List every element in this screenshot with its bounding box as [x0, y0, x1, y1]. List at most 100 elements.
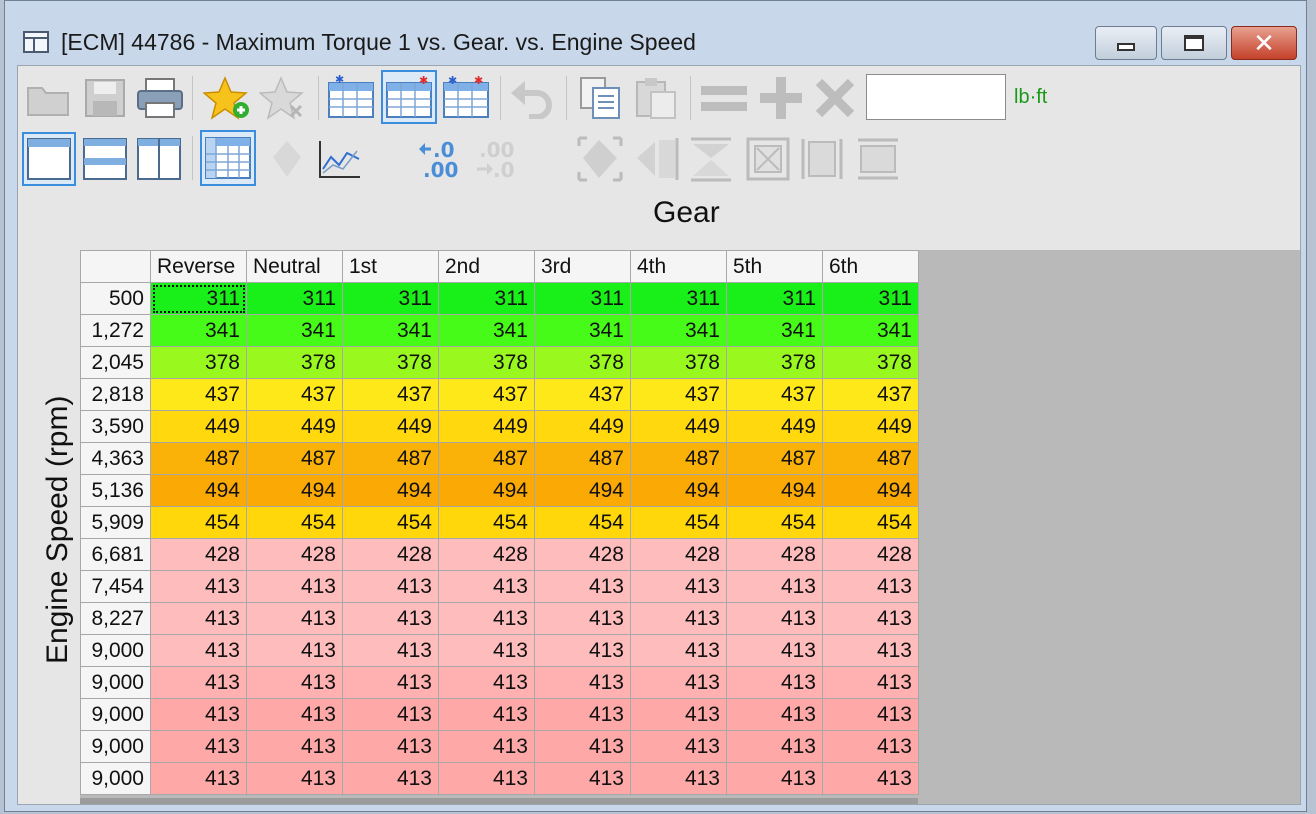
table-cell[interactable]: 449	[246, 410, 343, 443]
table-cell[interactable]: 413	[534, 666, 631, 699]
table-cell[interactable]: 413	[342, 634, 439, 667]
table-cell[interactable]: 413	[726, 730, 823, 763]
table-cell[interactable]: 413	[534, 634, 631, 667]
table-cell[interactable]: 341	[534, 314, 631, 347]
table-cell[interactable]: 413	[726, 570, 823, 603]
compare-table-c-button[interactable]: ✱ ✱	[439, 72, 493, 122]
row-header[interactable]: 9,000	[80, 730, 151, 763]
table-cell[interactable]: 413	[438, 602, 535, 635]
table-cell[interactable]: 413	[822, 570, 919, 603]
table-cell[interactable]: 311	[630, 282, 727, 315]
table-cell[interactable]: 494	[822, 474, 919, 507]
interpolate-down-button[interactable]	[684, 132, 738, 186]
table-cell[interactable]: 341	[822, 314, 919, 347]
multiply-value-button[interactable]	[810, 74, 860, 122]
table-cell[interactable]: 449	[438, 410, 535, 443]
table-cell[interactable]: 494	[630, 474, 727, 507]
table-cell[interactable]: 413	[534, 570, 631, 603]
table-cell[interactable]: 311	[150, 282, 247, 315]
table-cell[interactable]: 413	[630, 634, 727, 667]
table-cell[interactable]: 413	[150, 634, 247, 667]
table-cell[interactable]: 413	[150, 666, 247, 699]
table-cell[interactable]: 413	[822, 730, 919, 763]
table-cell[interactable]: 341	[438, 314, 535, 347]
table-cell[interactable]: 428	[150, 538, 247, 571]
row-header[interactable]: 9,000	[80, 666, 151, 699]
table-cell[interactable]: 449	[150, 410, 247, 443]
table-cell[interactable]: 413	[726, 698, 823, 731]
table-cell[interactable]: 494	[438, 474, 535, 507]
row-header[interactable]: 9,000	[80, 634, 151, 667]
row-header[interactable]: 2,818	[80, 378, 151, 411]
table-cell[interactable]: 413	[150, 570, 247, 603]
row-header[interactable]: 3,590	[80, 410, 151, 443]
table-cell[interactable]: 428	[342, 538, 439, 571]
table-cell[interactable]: 487	[438, 442, 535, 475]
table-cell[interactable]: 413	[342, 570, 439, 603]
table-cell[interactable]: 311	[246, 282, 343, 315]
table-cell[interactable]: 454	[246, 506, 343, 539]
graph-view-button[interactable]	[314, 132, 366, 186]
table-cell[interactable]: 449	[822, 410, 919, 443]
interpolate-left-button[interactable]	[630, 132, 682, 186]
open-button[interactable]	[22, 74, 74, 122]
table-cell[interactable]: 487	[822, 442, 919, 475]
fill-box-button[interactable]	[742, 132, 794, 186]
table-cell[interactable]: 449	[342, 410, 439, 443]
table-cell[interactable]: 413	[246, 602, 343, 635]
table-cell[interactable]: 437	[150, 378, 247, 411]
table-cell[interactable]: 378	[534, 346, 631, 379]
table-cell[interactable]: 449	[630, 410, 727, 443]
table-cell[interactable]: 487	[534, 442, 631, 475]
table-cell[interactable]: 428	[438, 538, 535, 571]
table-cell[interactable]: 454	[630, 506, 727, 539]
split-horizontal-button[interactable]	[80, 132, 130, 186]
table-cell[interactable]: 413	[534, 762, 631, 795]
table-cell[interactable]: 413	[630, 570, 727, 603]
table-cell[interactable]: 413	[246, 570, 343, 603]
minimize-button[interactable]	[1095, 26, 1157, 60]
table-cell[interactable]: 341	[726, 314, 823, 347]
row-header[interactable]: 9,000	[80, 698, 151, 731]
table-cell[interactable]: 449	[534, 410, 631, 443]
table-cell[interactable]: 413	[438, 698, 535, 731]
compare-table-a-button[interactable]: ✱	[324, 72, 378, 122]
column-header[interactable]: Reverse	[150, 250, 247, 283]
table-cell[interactable]: 378	[630, 346, 727, 379]
table-cell[interactable]: 413	[342, 762, 439, 795]
table-cell[interactable]: 487	[246, 442, 343, 475]
table-cell[interactable]: 449	[726, 410, 823, 443]
column-header[interactable]: 4th	[630, 250, 727, 283]
copy-button[interactable]	[574, 74, 626, 122]
table-cell[interactable]: 437	[534, 378, 631, 411]
split-vertical-button[interactable]	[134, 132, 184, 186]
row-header[interactable]: 4,363	[80, 442, 151, 475]
row-header[interactable]: 6,681	[80, 538, 151, 571]
close-button[interactable]: ✕	[1231, 26, 1297, 60]
table-cell[interactable]: 437	[822, 378, 919, 411]
remove-favorite-button[interactable]	[258, 74, 310, 122]
table-cell[interactable]: 494	[246, 474, 343, 507]
table-cell[interactable]: 487	[726, 442, 823, 475]
table-cell[interactable]: 413	[342, 602, 439, 635]
table-cell[interactable]: 487	[630, 442, 727, 475]
table-cell[interactable]: 413	[342, 666, 439, 699]
undo-button[interactable]	[506, 74, 558, 122]
row-header[interactable]: 5,136	[80, 474, 151, 507]
table-cell[interactable]: 413	[630, 602, 727, 635]
table-cell[interactable]: 311	[726, 282, 823, 315]
table-cell[interactable]: 413	[630, 666, 727, 699]
table-cell[interactable]: 413	[246, 666, 343, 699]
table-cell[interactable]: 437	[726, 378, 823, 411]
add-favorite-button[interactable]	[202, 74, 254, 122]
table-cell[interactable]: 413	[246, 634, 343, 667]
table-cell[interactable]: 454	[150, 506, 247, 539]
table-cell[interactable]: 487	[150, 442, 247, 475]
table-cell[interactable]: 494	[726, 474, 823, 507]
title-bar[interactable]: [ECM] 44786 - Maximum Torque 1 vs. Gear.…	[5, 1, 1306, 65]
table-cell[interactable]: 413	[438, 762, 535, 795]
column-header[interactable]: 6th	[822, 250, 919, 283]
table-cell[interactable]: 413	[822, 698, 919, 731]
paste-button[interactable]	[630, 74, 682, 122]
table-cell[interactable]: 413	[726, 762, 823, 795]
